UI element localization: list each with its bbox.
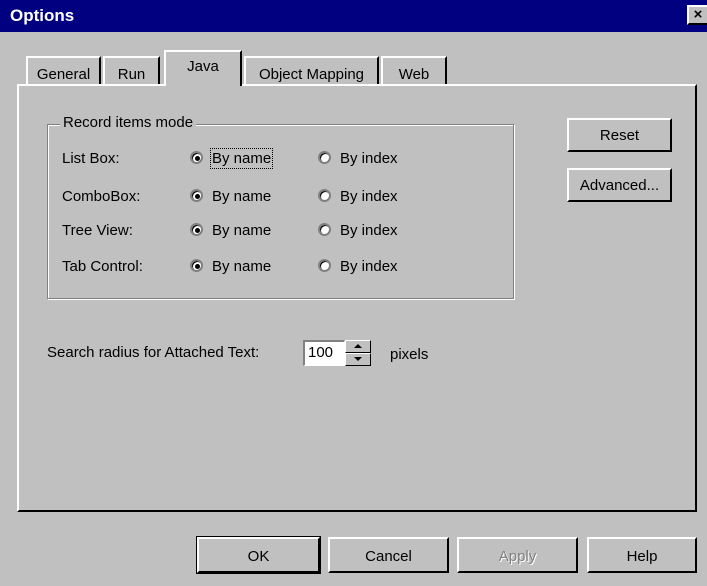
radio-label[interactable]: By name [212,258,271,275]
radio-tree-view-by-index[interactable] [318,223,331,236]
help-button[interactable]: Help [587,537,697,573]
tab-label: General [36,66,91,83]
options-dialog: Options × General Run Java Object Mappin… [0,0,707,586]
arrow-up-icon [354,344,362,348]
row-label-tree-view: Tree View: [62,222,133,239]
arrow-down-icon [354,357,362,361]
tab-general[interactable]: General [26,56,101,86]
button-label: OK [247,548,270,565]
pixels-unit-label: pixels [390,346,429,363]
radio-label[interactable]: By name [212,188,271,205]
tab-web[interactable]: Web [381,56,447,86]
radio-combobox-by-index[interactable] [318,189,331,202]
tab-label: Web [398,66,430,83]
ok-button[interactable]: OK [196,536,321,574]
radio-label[interactable]: By name [212,222,271,239]
row-label-list-box: List Box: [62,150,120,167]
search-radius-label: Search radius for Attached Text: [47,344,260,361]
radio-label[interactable]: By name [209,148,274,169]
radio-tab-control-by-name[interactable] [190,259,203,272]
apply-button[interactable]: Apply [457,537,578,573]
tab-java[interactable]: Java [164,50,242,86]
close-button[interactable]: × [687,5,707,25]
radio-tree-view-by-name[interactable] [190,223,203,236]
window-title: Options [10,6,75,25]
close-icon: × [693,6,703,23]
spin-down-button[interactable] [345,353,371,366]
row-label-tab-control: Tab Control: [62,258,143,275]
radio-list-box-by-index[interactable] [318,151,331,164]
reset-button[interactable]: Reset [567,118,672,152]
tab-label: Java [187,58,219,75]
advanced-button[interactable]: Advanced... [567,168,672,202]
button-label: Advanced... [579,177,660,194]
radio-label[interactable]: By index [340,222,398,239]
tab-label: Run [117,66,146,83]
search-radius-spinner[interactable] [345,340,371,366]
button-label: Reset [599,127,640,144]
radio-label[interactable]: By index [340,258,398,275]
radio-label[interactable]: By index [340,188,398,205]
radio-tab-control-by-index[interactable] [318,259,331,272]
button-label: Cancel [365,548,412,565]
search-radius-input[interactable]: 100 [303,340,345,366]
tab-label: Object Mapping [258,66,365,83]
title-bar: Options × [0,0,707,32]
tab-run[interactable]: Run [103,56,160,86]
tab-object-mapping[interactable]: Object Mapping [244,56,379,86]
cancel-button[interactable]: Cancel [328,537,449,573]
radio-label[interactable]: By index [340,150,398,167]
radio-list-box-by-name[interactable] [190,151,203,164]
button-label: Apply [498,548,537,565]
button-label: Help [626,548,658,565]
radio-combobox-by-name[interactable] [190,189,203,202]
spin-up-button[interactable] [345,340,371,353]
group-title: Record items mode [60,114,197,131]
row-label-combobox: ComboBox: [62,188,141,205]
